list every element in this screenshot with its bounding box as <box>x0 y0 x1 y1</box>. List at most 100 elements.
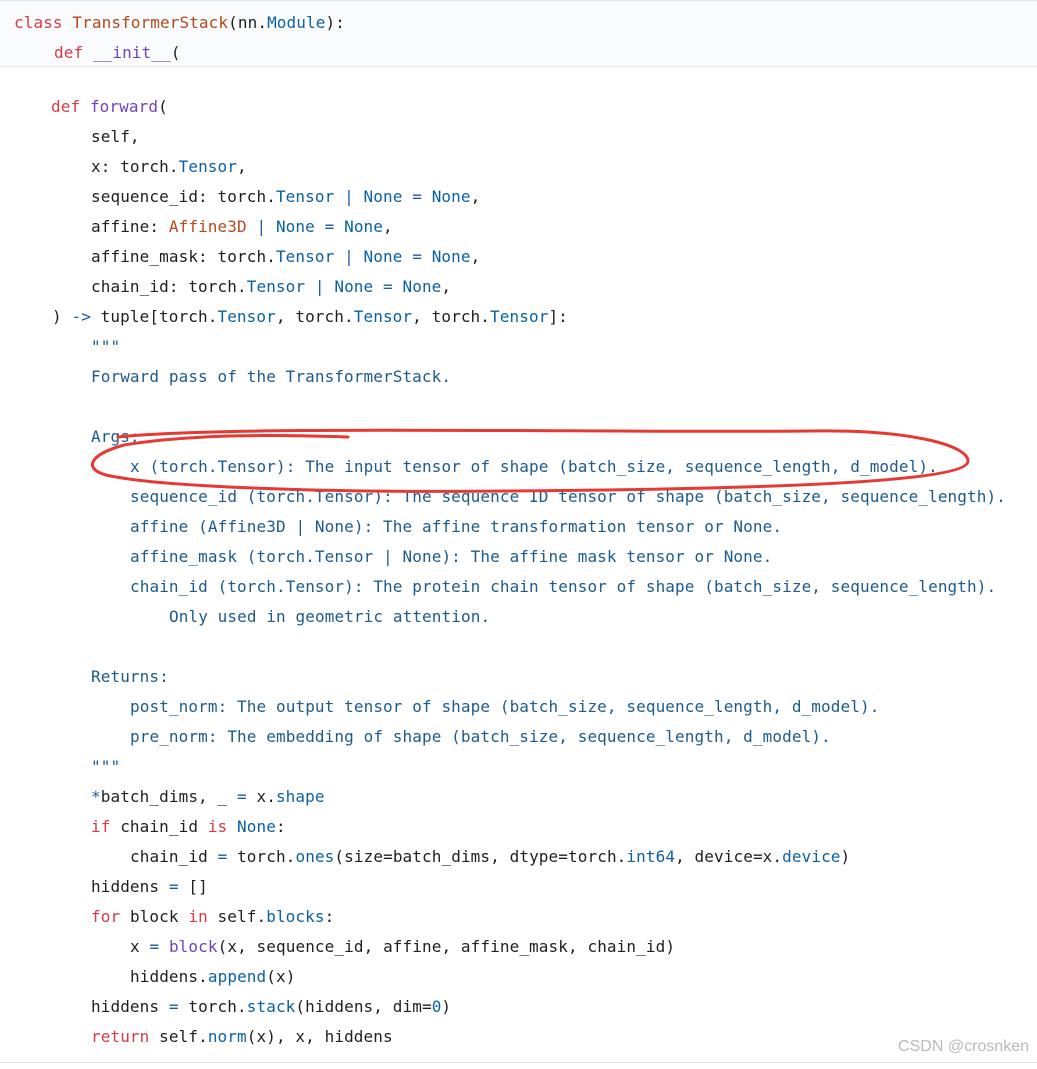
code-line: hiddens.append(x) <box>130 962 295 992</box>
code-token: x: torch. <box>91 157 179 176</box>
code-line: x: torch.Tensor, <box>91 152 247 182</box>
code-token: | <box>246 217 276 236</box>
code-token: sequence_id (torch.Tensor): The sequence… <box>130 487 1006 506</box>
code-token: * <box>91 787 101 806</box>
code-token: ]: <box>548 307 568 326</box>
code-token: 0 <box>431 997 442 1016</box>
code-token: def <box>54 43 93 62</box>
code-token: ) <box>441 997 452 1016</box>
code-token: x. <box>246 787 276 806</box>
code-token: None <box>237 817 276 836</box>
bottom-divider <box>0 1062 1037 1063</box>
code-token: Args: <box>91 427 140 446</box>
code-token: norm <box>207 1027 247 1046</box>
code-line: affine_mask (torch.Tensor | None): The a… <box>130 542 772 572</box>
code-token: device <box>782 847 841 866</box>
code-token: chain_id (torch.Tensor): The protein cha… <box>130 577 997 596</box>
code-token: Only used in geometric attention. <box>169 607 491 626</box>
code-token: None <box>363 187 403 206</box>
code-line: Only used in geometric attention. <box>169 602 490 632</box>
code-token: affine_mask: torch. <box>91 247 276 266</box>
code-line: x (torch.Tensor): The input tensor of sh… <box>130 452 938 482</box>
code-token: ones <box>295 847 335 866</box>
code-token: Tensor <box>217 307 276 326</box>
code-token: None <box>431 247 471 266</box>
code-token: , <box>237 157 247 176</box>
code-token: (x) <box>266 967 296 986</box>
code-token: = <box>237 787 247 806</box>
code-line: post_norm: The output tensor of shape (b… <box>130 692 879 722</box>
watermark: CSDN @crosnken <box>898 1038 1029 1055</box>
code-line: """ <box>91 752 120 782</box>
code-token: affine: <box>91 217 169 236</box>
code-token: is <box>207 817 238 836</box>
code-token: Forward pass of the TransformerStack. <box>91 367 452 386</box>
code-token: ( <box>158 97 168 116</box>
code-token: (x, sequence_id, affine, affine_mask, ch… <box>217 937 676 956</box>
code-token: torch. <box>227 847 296 866</box>
code-token: = <box>373 277 403 296</box>
code-line: chain_id = torch.ones(size=batch_dims, d… <box>130 842 850 872</box>
code-token: = <box>168 877 179 896</box>
code-token: ) <box>840 847 851 866</box>
code-token: -> <box>71 307 91 326</box>
code-token: chain_id <box>120 817 208 836</box>
code-line: hiddens = torch.stack(hiddens, dim=0) <box>91 992 451 1022</box>
code-token: None <box>402 277 442 296</box>
code-token: block <box>129 907 189 926</box>
code-token: append <box>207 967 267 986</box>
code-line: Returns: <box>91 662 169 692</box>
code-token: shape <box>275 787 325 806</box>
code-token: def <box>51 97 90 116</box>
code-token: : <box>324 907 335 926</box>
code-token: None <box>334 277 374 296</box>
code-line: sequence_id: torch.Tensor | None = None, <box>91 182 480 212</box>
code-token: hiddens. <box>130 967 208 986</box>
code-token: Tensor <box>246 277 306 296</box>
code-token: TransformerStack <box>72 13 229 32</box>
code-token: , device=x. <box>675 847 783 866</box>
code-token: Tensor <box>275 187 335 206</box>
code-line: if chain_id is None: <box>91 812 286 842</box>
code-line: affine_mask: torch.Tensor | None = None, <box>91 242 480 272</box>
code-token: Tensor <box>490 307 549 326</box>
code-token: pre_norm: The embedding of shape (batch_… <box>130 727 831 746</box>
code-line: *batch_dims, _ = x.shape <box>91 782 325 812</box>
code-token: """ <box>91 757 121 776</box>
code-token: = <box>217 847 228 866</box>
code-token: = <box>149 937 160 956</box>
code-token: ): <box>325 13 345 32</box>
code-line: def forward( <box>51 92 168 122</box>
code-token: (x), x, hiddens <box>246 1027 393 1046</box>
code-token: (hiddens, dim= <box>295 997 432 1016</box>
code-token: tuple[torch. <box>90 307 218 326</box>
code-line: Args: <box>91 422 140 452</box>
code-token: , <box>470 247 481 266</box>
code-token: (nn. <box>228 13 268 32</box>
code-token: , torch. <box>275 307 354 326</box>
code-token: | <box>334 187 364 206</box>
code-line: """ <box>91 332 120 362</box>
code-token: Returns: <box>91 667 169 686</box>
code-line: affine: Affine3D | None = None, <box>91 212 393 242</box>
code-token: affine_mask (torch.Tensor | None): The a… <box>130 547 773 566</box>
code-token: Affine3D <box>168 217 247 236</box>
code-token: int64 <box>626 847 676 866</box>
code-token: , torch. <box>412 307 491 326</box>
code-line: Forward pass of the TransformerStack. <box>91 362 451 392</box>
code-token: | <box>334 247 364 266</box>
code-token: affine (Affine3D | None): The affine tra… <box>130 517 783 536</box>
code-token: chain_id: torch. <box>91 277 247 296</box>
code-line: self, <box>91 122 140 152</box>
code-line: chain_id (torch.Tensor): The protein cha… <box>130 572 996 602</box>
code-token: chain_id <box>130 847 218 866</box>
code-token: ) <box>52 307 72 326</box>
code-token: , <box>441 277 452 296</box>
code-line: def __init__( <box>54 38 181 68</box>
code-line: ) -> tuple[torch.Tensor, torch.Tensor, t… <box>52 302 568 332</box>
code-token: if <box>91 817 121 836</box>
code-line: affine (Affine3D | None): The affine tra… <box>130 512 782 542</box>
code-token: stack <box>246 997 296 1016</box>
code-token: forward <box>89 97 159 116</box>
code-line: hiddens = [] <box>91 872 208 902</box>
